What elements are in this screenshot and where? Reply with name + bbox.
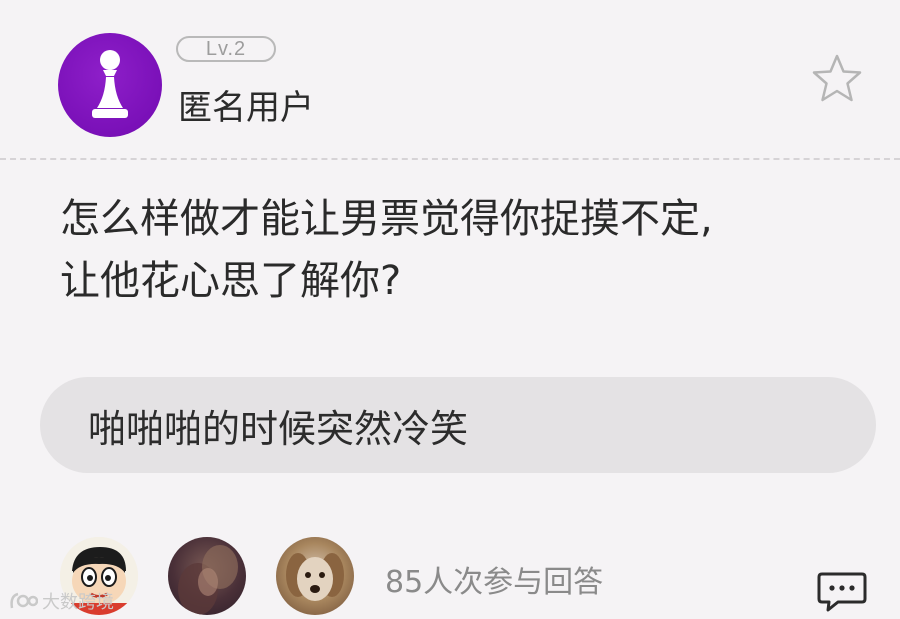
dog-avatar-icon: [286, 553, 344, 601]
question-card: Lv.2 匿名用户 怎么样做才能让男票觉得你捉摸不定, 让他花心思了解你? 啪啪…: [0, 0, 900, 619]
question-text: 怎么样做才能让男票觉得你捉摸不定, 让他花心思了解你?: [60, 188, 860, 312]
watermark: 大数跨境: [8, 588, 114, 614]
participant-avatar[interactable]: [168, 537, 246, 615]
question-line: 怎么样做才能让男票觉得你捉摸不定,: [60, 196, 713, 242]
participant-avatar[interactable]: [276, 537, 354, 615]
watermark-text: 大数跨境: [42, 592, 114, 613]
username[interactable]: 匿名用户: [178, 80, 314, 129]
user-avatar[interactable]: [58, 33, 162, 137]
comment-icon[interactable]: [816, 570, 868, 614]
pawn-icon: [92, 50, 128, 118]
answer-text: 啪啪啪的时候突然冷笑: [88, 406, 469, 451]
star-icon[interactable]: [810, 52, 864, 106]
answer-bubble[interactable]: 啪啪啪的时候突然冷笑: [40, 377, 876, 473]
logo-icon: [10, 592, 38, 609]
level-badge: Lv.2: [176, 36, 276, 62]
photo-avatar-icon: [178, 545, 238, 615]
question-line: 让他花心思了解你?: [60, 258, 402, 304]
divider: [0, 158, 900, 160]
participants-count[interactable]: 85人次参与回答: [385, 557, 603, 601]
